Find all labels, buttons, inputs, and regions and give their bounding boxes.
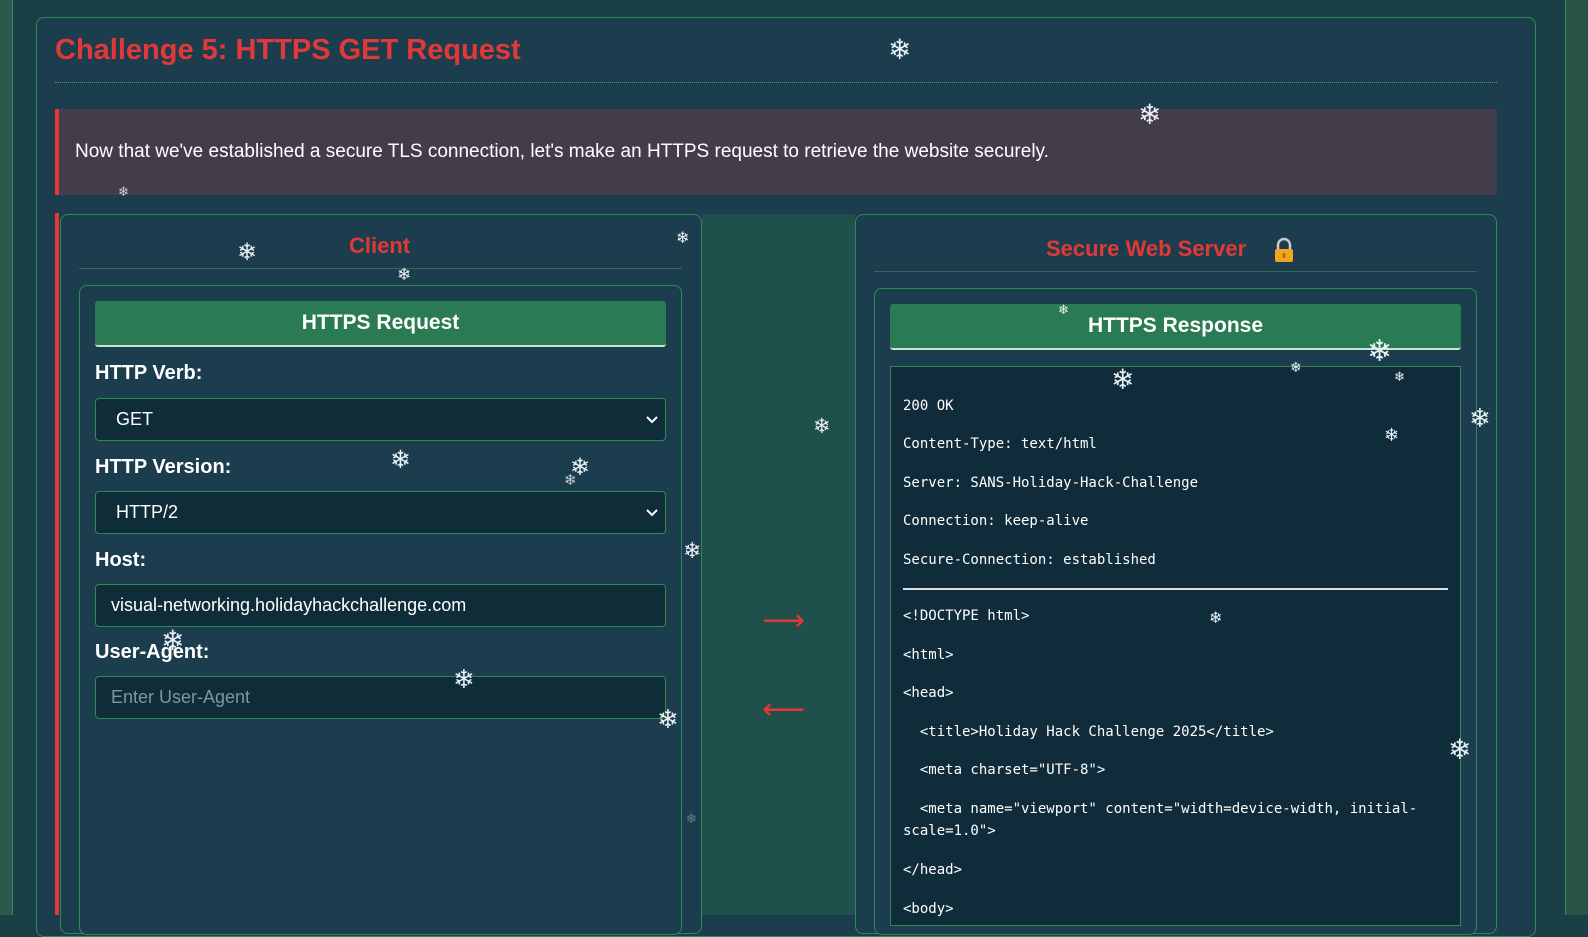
title-divider: [55, 82, 1497, 83]
response-arrow-icon: ⟵: [762, 693, 806, 726]
host-input[interactable]: [95, 584, 666, 627]
snowflake-icon: ❄: [390, 446, 411, 474]
intro-text: Now that we've established a secure TLS …: [75, 141, 1049, 162]
response-body-line: <title>Holiday Hack Challenge 2025</titl…: [903, 724, 1274, 740]
network-channel: [702, 214, 855, 915]
response-content: 200 OK Content-Type: text/html Server: S…: [890, 366, 1461, 926]
snowflake-icon: ❄: [888, 34, 912, 65]
client-accent-bar: [55, 213, 59, 915]
response-body-line: <html>: [903, 647, 954, 663]
request-arrow-icon: ⟶: [762, 604, 806, 637]
http-version-select[interactable]: HTTP/2: [95, 491, 666, 534]
server-heading-divider: [874, 271, 1477, 272]
response-body-line: </head>: [903, 862, 963, 878]
http-verb-select[interactable]: GET: [95, 398, 666, 441]
snowflake-icon: ❄: [1209, 610, 1223, 627]
host-label: Host:: [95, 549, 147, 571]
snowflake-icon: ❄: [118, 184, 129, 199]
user-agent-label: User-Agent:: [95, 641, 210, 663]
response-body-line: <meta charset="UTF-8">: [903, 762, 1106, 778]
http-version-label: HTTP Version:: [95, 456, 232, 478]
snowflake-icon: ❄: [564, 472, 577, 489]
response-header-line: Server: SANS-Holiday-Hack-Challenge: [903, 475, 1199, 491]
snowflake-icon: ❄: [237, 239, 258, 266]
response-body-line: <head>: [903, 685, 954, 701]
right-edge-decor: [1565, 0, 1588, 915]
snowflake-icon: ❄: [453, 664, 475, 694]
chevron-down-icon: [645, 492, 659, 548]
snowflake-icon: ❄: [1448, 734, 1472, 765]
server-heading: Secure Web Server: [1046, 236, 1247, 261]
snowflake-icon: ❄: [1058, 302, 1069, 317]
lock-icon: [1275, 237, 1293, 262]
user-agent-input[interactable]: [95, 676, 666, 719]
left-edge-decor: [0, 0, 13, 915]
snowflake-icon: ❄: [1384, 425, 1400, 445]
snowflake-icon: ❄: [686, 811, 697, 826]
snowflake-icon: ❄: [1111, 364, 1135, 395]
client-heading: Client: [349, 233, 411, 258]
http-version-value: HTTP/2: [116, 502, 179, 522]
snowflake-icon: ❄: [397, 265, 412, 284]
snowflake-icon: ❄: [813, 415, 831, 438]
http-verb-value: GET: [116, 409, 154, 429]
response-header-line: Content-Type: text/html: [903, 436, 1097, 452]
response-body-line: <!DOCTYPE html>: [903, 608, 1030, 624]
http-verb-label: HTTP Verb:: [95, 362, 203, 384]
https-request-title: HTTPS Request: [95, 301, 666, 347]
response-header-line: Connection: keep-alive: [903, 513, 1089, 529]
response-body-line: <body>: [903, 901, 954, 917]
snowflake-icon: ❄: [1138, 99, 1162, 130]
client-heading-divider: [79, 268, 682, 269]
chevron-down-icon: [645, 399, 659, 455]
response-body-line: <meta name="viewport" content="width=dev…: [903, 801, 1418, 839]
response-header-line: 200 OK: [903, 398, 954, 414]
snowflake-icon: ❄: [683, 538, 702, 563]
snowflake-icon: ❄: [657, 704, 679, 734]
snowflake-icon: ❄: [1290, 359, 1302, 375]
snowflake-icon: ❄: [1367, 335, 1393, 368]
snowflake-icon: ❄: [676, 230, 690, 247]
intro-box: Now that we've established a secure TLS …: [55, 109, 1497, 195]
challenge-title: Challenge 5: HTTPS GET Request: [55, 34, 521, 66]
response-divider: [903, 588, 1448, 590]
response-header-line: Secure-Connection: established: [903, 552, 1156, 568]
snowflake-icon: ❄: [161, 625, 185, 656]
snowflake-icon: ❄: [1394, 369, 1405, 384]
snowflake-icon: ❄: [1469, 403, 1491, 433]
